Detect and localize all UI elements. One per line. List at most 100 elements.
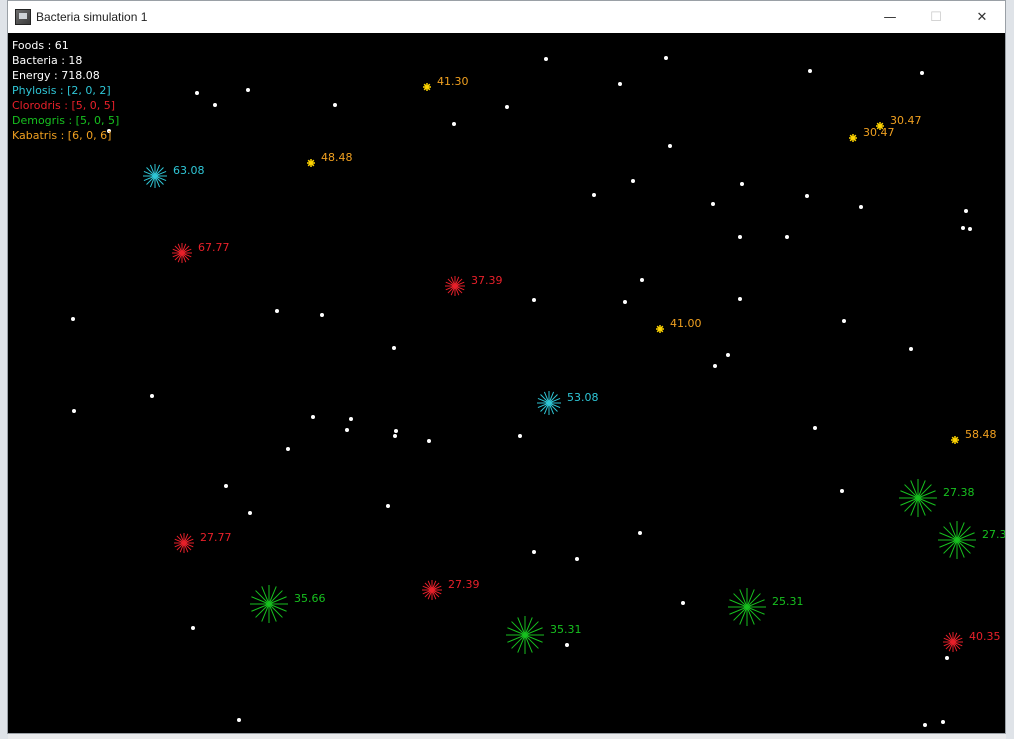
- bacterium-energy-label: 27.38: [943, 486, 975, 499]
- java-app-icon[interactable]: [15, 9, 31, 25]
- clorodris-stats: Clorodris : [5, 0, 5]: [12, 99, 116, 112]
- demogris-bacterium: 27.38: [899, 479, 975, 517]
- food-dot: [518, 434, 522, 438]
- food-dot: [393, 434, 397, 438]
- kabatris-bacterium: 58.48: [951, 428, 997, 444]
- clorodris-bacterium: 27.77: [174, 531, 232, 553]
- bacterium-energy-label: 40.35: [969, 630, 1001, 643]
- minimize-button[interactable]: —: [867, 1, 913, 33]
- bacterium-energy-label: 25.31: [772, 595, 804, 608]
- close-button[interactable]: ✕: [959, 1, 1005, 33]
- food-dot: [909, 347, 913, 351]
- food-dot: [311, 415, 315, 419]
- food-dot: [920, 71, 924, 75]
- food-dot: [452, 122, 456, 126]
- food-dot: [345, 428, 349, 432]
- food-dot: [191, 626, 195, 630]
- food-dot: [246, 88, 250, 92]
- simulation-canvas[interactable]: 63.08 53.08 67.77 37.39 27.77 27.39 40.35 35.66…: [8, 33, 1005, 733]
- food-dot: [286, 447, 290, 451]
- clorodris-bacterium: 27.39: [422, 578, 480, 600]
- phylosis-bacterium: 63.08: [143, 164, 205, 188]
- foods-count: Foods : 61: [12, 39, 69, 52]
- bacterium-energy-label: 58.48: [965, 428, 997, 441]
- food-dot: [726, 353, 730, 357]
- maximize-icon: ☐: [930, 9, 942, 25]
- food-dot: [505, 105, 509, 109]
- food-dot: [333, 103, 337, 107]
- maximize-button[interactable]: ☐: [913, 1, 959, 33]
- title-bar[interactable]: Bacteria simulation 1 — ☐ ✕: [8, 1, 1005, 33]
- food-dot: [842, 319, 846, 323]
- food-dot: [195, 91, 199, 95]
- bacterium-energy-label: 53.08: [567, 391, 599, 404]
- food-dot: [840, 489, 844, 493]
- clorodris-bacterium: 67.77: [172, 241, 230, 263]
- bacterium-energy-label: 63.08: [173, 164, 205, 177]
- food-dot: [592, 193, 596, 197]
- clorodris-bacterium: 37.39: [445, 274, 503, 296]
- stats-panel: Foods : 61 Bacteria : 18 Energy : 718.08…: [12, 38, 119, 143]
- food-dot: [544, 57, 548, 61]
- kabatris-stats: Kabatris : [6, 0, 6]: [12, 129, 112, 142]
- food-dot: [681, 601, 685, 605]
- food-dot: [618, 82, 622, 86]
- bacterium-energy-label: 37.39: [471, 274, 503, 287]
- food-dot: [813, 426, 817, 430]
- bacterium-energy-label: 27.77: [200, 531, 232, 544]
- simulation-window: Bacteria simulation 1 — ☐ ✕ 63.08 53.08 67…: [7, 0, 1006, 734]
- bacterium-energy-label: 27.38: [982, 528, 1005, 541]
- simulation-drawing: 63.08 53.08 67.77 37.39 27.77 27.39 40.35 35.66…: [71, 56, 1005, 727]
- demogris-stats: Demogris : [5, 0, 5]: [12, 114, 120, 127]
- phylosis-bacterium: 53.08: [537, 391, 599, 415]
- food-dot: [248, 511, 252, 515]
- food-dot: [275, 309, 279, 313]
- food-dot: [638, 531, 642, 535]
- phylosis-stats: Phylosis : [2, 0, 2]: [12, 84, 111, 97]
- food-dot: [964, 209, 968, 213]
- demogris-bacterium: 35.66: [250, 585, 326, 623]
- food-dot: [738, 297, 742, 301]
- window-title: Bacteria simulation 1: [36, 10, 148, 24]
- demogris-bacterium: 25.31: [728, 588, 804, 626]
- bacterium-energy-label: 48.48: [321, 151, 353, 164]
- food-dot: [808, 69, 812, 73]
- food-dot: [349, 417, 353, 421]
- food-dot: [224, 484, 228, 488]
- bacterium-energy-label: 41.30: [437, 75, 469, 88]
- food-dot: [150, 394, 154, 398]
- food-dot: [785, 235, 789, 239]
- food-dot: [565, 643, 569, 647]
- kabatris-bacterium: 41.30: [423, 75, 469, 91]
- bacterium-energy-label: 41.00: [670, 317, 702, 330]
- food-dot: [213, 103, 217, 107]
- food-dot: [386, 504, 390, 508]
- food-dot: [968, 227, 972, 231]
- food-dot: [532, 550, 536, 554]
- food-dot: [394, 429, 398, 433]
- food-dot: [941, 720, 945, 724]
- food-dot: [711, 202, 715, 206]
- food-dot: [237, 718, 241, 722]
- food-dot: [392, 346, 396, 350]
- energy-value: Energy : 718.08: [12, 69, 100, 82]
- food-dot: [740, 182, 744, 186]
- food-dot: [961, 226, 965, 230]
- food-dot: [805, 194, 809, 198]
- minimize-icon: —: [883, 9, 897, 25]
- food-dot: [713, 364, 717, 368]
- clorodris-bacterium: 40.35: [943, 630, 1001, 652]
- food-dot: [623, 300, 627, 304]
- desktop-background-right: [1006, 0, 1014, 739]
- bacterium-energy-label: 67.77: [198, 241, 230, 254]
- bacteria-count: Bacteria : 18: [12, 54, 83, 67]
- food-dot: [738, 235, 742, 239]
- bacterium-energy-label: 27.39: [448, 578, 480, 591]
- food-dot: [575, 557, 579, 561]
- close-icon: ✕: [976, 9, 988, 25]
- demogris-bacterium: 27.38: [938, 521, 1005, 559]
- bacterium-energy-label: 35.31: [550, 623, 582, 636]
- bacterium-energy-label: 30.47: [890, 114, 922, 127]
- food-dot: [427, 439, 431, 443]
- window-controls: — ☐ ✕: [867, 1, 1005, 33]
